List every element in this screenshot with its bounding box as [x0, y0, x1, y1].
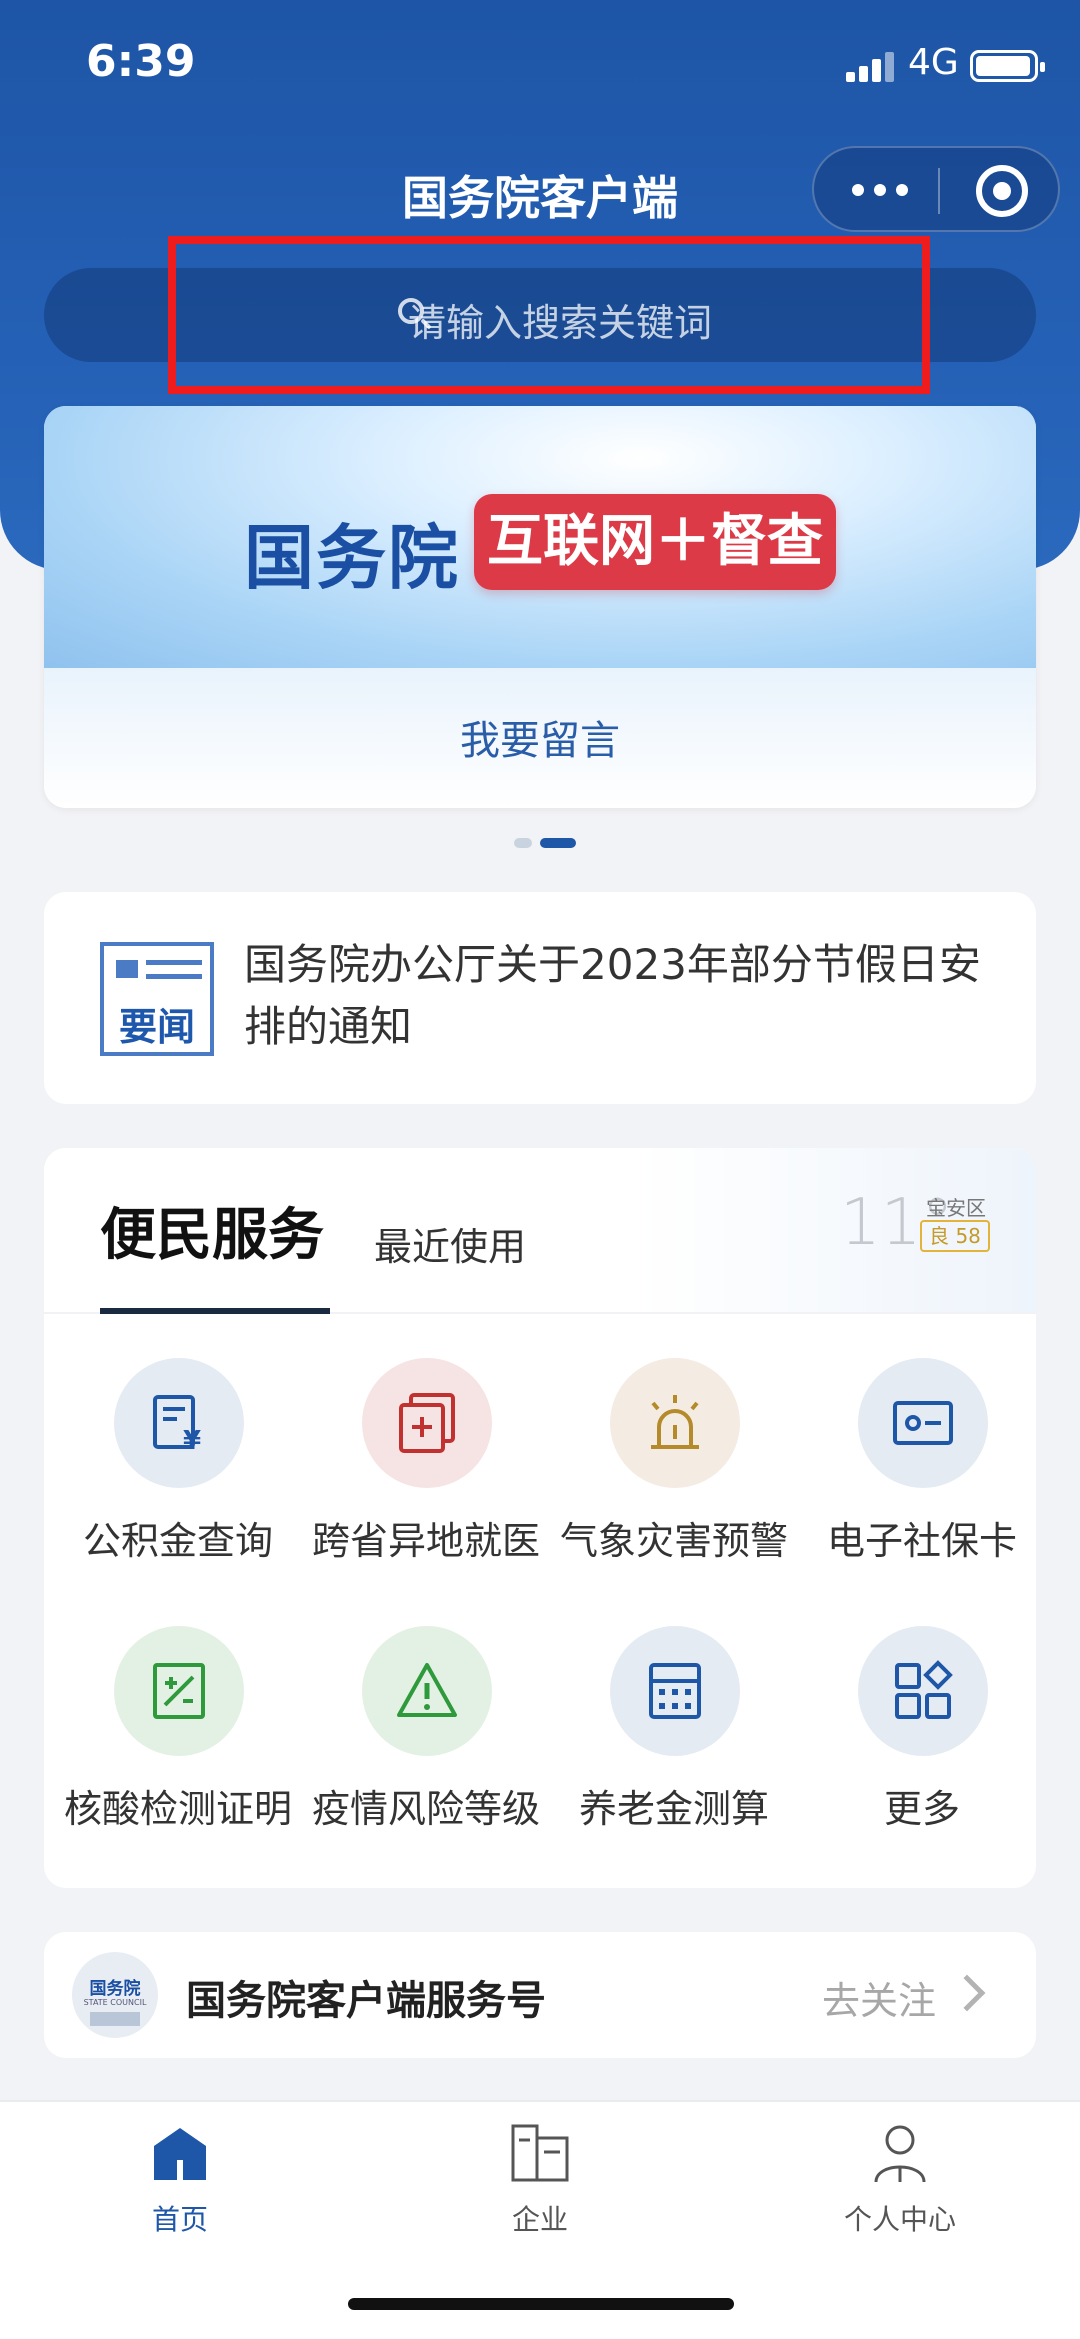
status-time: 6:39 [86, 36, 196, 87]
service-icon-circle [610, 1358, 740, 1488]
service-item[interactable]: 核酸检测证明 [54, 1626, 302, 1866]
leave-message-link[interactable]: 我要留言 [44, 708, 1036, 766]
test-certificate-icon [153, 1663, 205, 1719]
news-card[interactable]: 要闻 国务院办公厅关于2023年部分节假日安排的通知 [44, 892, 1036, 1104]
avatar: 国务院 STATE COUNCIL [72, 1952, 158, 2038]
news-headline[interactable]: 国务院办公厅关于2023年部分节假日安排的通知 [244, 934, 1004, 1058]
service-item[interactable]: 电子社保卡 [798, 1358, 1036, 1598]
home-icon [154, 2128, 206, 2180]
news-badge-icon: 要闻 [100, 942, 214, 1056]
housing-fund-icon: ¥ [153, 1395, 201, 1455]
service-label: 跨省异地就医 [311, 1519, 540, 1563]
follow-title: 国务院客户端服务号 [186, 1978, 546, 2024]
network-type: 4G [908, 42, 959, 83]
svg-text:¥: ¥ [183, 1426, 201, 1455]
banner-tag: 互联网＋督查 [474, 494, 836, 590]
service-label: 核酸检测证明 [63, 1787, 292, 1831]
service-label: 气象灾害预警 [559, 1519, 788, 1563]
tab-label: 企业 [511, 2203, 568, 2236]
follow-button[interactable]: 去关注 [822, 1970, 936, 2025]
tab-recently-used[interactable]: 最近使用 [374, 1216, 526, 1271]
calculator-icon [649, 1663, 701, 1719]
weather-district: 宝安区 [926, 1196, 986, 1220]
status-bar: 6:39 4G [0, 0, 1080, 130]
search-highlight-box [168, 236, 930, 394]
service-icon-circle: ¥ [114, 1358, 244, 1488]
tab-convenience-services[interactable]: 便民服务 [100, 1190, 324, 1271]
close-miniprogram-icon[interactable] [976, 165, 1028, 217]
banner-carousel[interactable]: 国务院 互联网＋督查 我要留言 [44, 406, 1036, 808]
follow-service-account[interactable]: 国务院 STATE COUNCIL 国务院客户端服务号 去关注 [44, 1932, 1036, 2058]
user-icon [874, 2125, 926, 2183]
signal-icon [846, 50, 896, 82]
service-icon-circle [362, 1626, 492, 1756]
risk-warning-icon [397, 1663, 457, 1717]
tab-personal-center[interactable]: 个人中心 [800, 2122, 1000, 2252]
battery-icon [970, 50, 1045, 82]
weather-alarm-icon [651, 1395, 699, 1449]
services-card: 便民服务 最近使用 11° 宝安区 良 58 ¥ 公积金查询 跨省异地就医 气象灾害预… [44, 1148, 1036, 1888]
tab-active-indicator [100, 1308, 330, 1314]
service-label: 电子社保卡 [826, 1519, 1017, 1563]
service-label: 疫情风险等级 [311, 1787, 540, 1831]
service-label: 更多 [883, 1787, 960, 1831]
tab-home[interactable]: 首页 [80, 2122, 280, 2252]
miniprogram-capsule [812, 146, 1060, 232]
service-icon-circle [362, 1358, 492, 1488]
service-icon-circle [114, 1626, 244, 1756]
service-item[interactable]: 养老金测算 [550, 1626, 798, 1866]
service-item[interactable]: 跨省异地就医 [302, 1358, 550, 1598]
medical-icon [399, 1393, 455, 1453]
carousel-dot-active [540, 838, 576, 848]
service-item[interactable]: ¥ 公积金查询 [54, 1358, 302, 1598]
service-icon-circle [610, 1626, 740, 1756]
news-badge-label: 要闻 [118, 1005, 195, 1049]
banner-logo: 国务院 [244, 517, 460, 599]
chevron-right-icon [948, 1974, 986, 2012]
service-label: 公积金查询 [82, 1519, 273, 1563]
service-item[interactable]: 更多 [798, 1626, 1036, 1866]
service-item[interactable]: 疫情风险等级 [302, 1626, 550, 1866]
services-header: 便民服务 最近使用 11° 宝安区 良 58 [44, 1148, 1036, 1314]
tab-label: 首页 [151, 2203, 208, 2236]
air-quality-badge: 良 58 [920, 1220, 990, 1252]
service-label: 养老金测算 [578, 1787, 769, 1831]
tab-enterprise[interactable]: 企业 [440, 2122, 640, 2252]
social-card-icon [893, 1401, 953, 1445]
more-apps-icon [895, 1660, 953, 1719]
service-item[interactable]: 气象灾害预警 [550, 1358, 798, 1598]
carousel-dot [514, 838, 532, 848]
tab-label: 个人中心 [843, 2203, 956, 2236]
home-indicator [348, 2298, 734, 2310]
service-icon-circle [858, 1358, 988, 1488]
service-icon-circle [858, 1626, 988, 1756]
more-icon[interactable] [852, 184, 908, 198]
building-icon [511, 2124, 569, 2182]
